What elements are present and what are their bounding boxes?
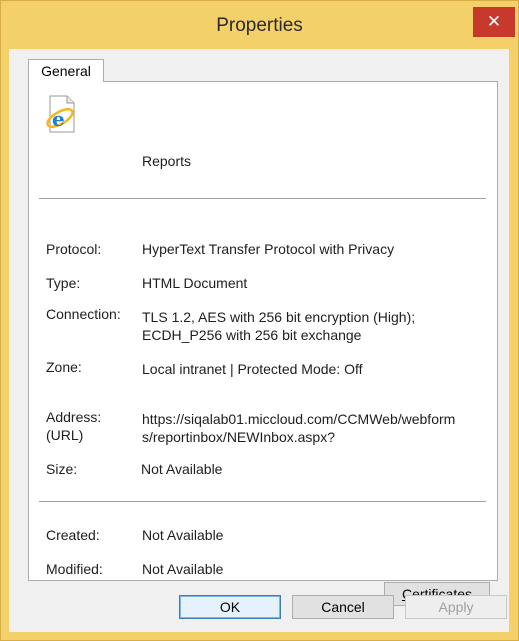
svg-text:e: e	[52, 107, 65, 131]
created-label: Created:	[46, 527, 100, 543]
size-value: Not Available	[141, 461, 223, 477]
created-value: Not Available	[142, 527, 224, 543]
address-value-line-1: https://siqalab01.miccloud.com/CCMWeb/we…	[142, 411, 456, 427]
dialog-client-area: General e Reports Protocol: HyperText Tr…	[9, 49, 509, 632]
separator-bottom	[39, 501, 486, 503]
address-value-line-2: s/reportinbox/NEWInbox.aspx?	[142, 429, 335, 445]
general-tab-panel: e Reports Protocol: HyperText Transfer P…	[28, 81, 498, 606]
properties-dialog: Properties ✕ General e Reports Protocol:…	[0, 0, 519, 641]
type-value: HTML Document	[142, 275, 248, 291]
modified-label: Modified:	[46, 561, 103, 577]
apply-button[interactable]: Apply	[405, 595, 507, 619]
connection-value-line-1: TLS 1.2, AES with 256 bit encryption (Hi…	[142, 309, 416, 325]
address-label-line-2: (URL)	[46, 427, 84, 443]
internet-explorer-icon: e	[46, 95, 75, 133]
modified-value: Not Available	[142, 561, 224, 577]
zone-label: Zone:	[46, 359, 82, 375]
protocol-value: HyperText Transfer Protocol with Privacy	[142, 241, 395, 257]
separator-top	[39, 198, 486, 200]
close-icon: ✕	[486, 12, 502, 31]
tab-general[interactable]: General	[28, 59, 104, 82]
address-label-line-1: Address:	[46, 409, 102, 425]
protocol-label: Protocol:	[46, 241, 102, 257]
item-name: Reports	[142, 153, 192, 169]
zone-value: Local intranet | Protected Mode: Off	[142, 361, 363, 377]
ok-button[interactable]: OK	[179, 595, 281, 619]
connection-label: Connection:	[46, 306, 121, 322]
dialog-title: Properties	[216, 15, 303, 36]
size-label: Size:	[46, 461, 78, 477]
title-bar[interactable]: Properties ✕	[1, 1, 518, 49]
type-label: Type:	[46, 275, 81, 291]
connection-value-line-2: ECDH_P256 with 256 bit exchange	[142, 327, 362, 343]
close-button[interactable]: ✕	[473, 7, 515, 37]
cancel-button[interactable]: Cancel	[292, 595, 394, 619]
